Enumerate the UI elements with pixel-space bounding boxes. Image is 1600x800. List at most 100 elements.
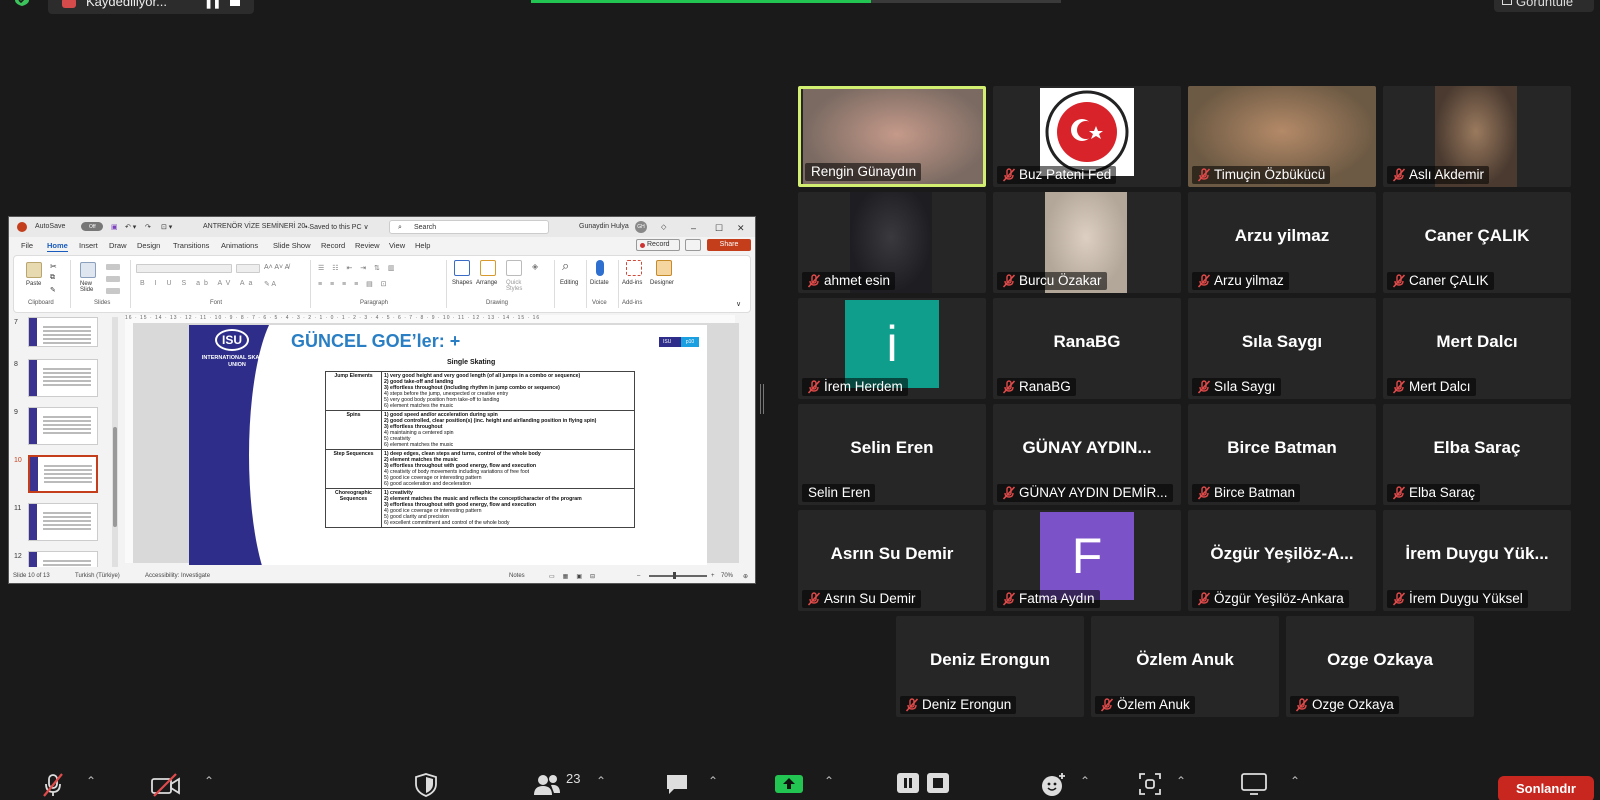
redo-icon[interactable]: ↷ (145, 223, 151, 231)
tab-draw[interactable]: Draw (109, 241, 127, 250)
end-meeting-button[interactable]: Sonlandır (1498, 776, 1594, 800)
chat-button[interactable] (664, 772, 690, 800)
slide-thumbnail[interactable] (28, 407, 98, 445)
reactions-caret-icon[interactable]: ⌃ (1080, 774, 1090, 788)
comment-icon[interactable] (685, 239, 701, 251)
font-family-select[interactable] (136, 264, 232, 273)
participant-tile[interactable]: Ozge Ozkaya Ozge Ozkaya (1286, 616, 1474, 717)
collapse-ribbon-icon[interactable]: ∨ (736, 300, 741, 308)
thumbnail-scrollbar[interactable] (112, 317, 118, 567)
tab-design[interactable]: Design (137, 241, 160, 250)
addins-icon[interactable] (626, 260, 642, 276)
participants-caret-icon[interactable]: ⌃ (596, 774, 606, 788)
tab-animations[interactable]: Animations (221, 241, 258, 250)
shapes-icon[interactable] (454, 260, 470, 276)
font-size-select[interactable] (236, 264, 260, 273)
participant-tile[interactable]: RanaBG RanaBG (993, 298, 1181, 399)
participant-tile[interactable]: Aslı Akdemir (1383, 86, 1571, 187)
pause-recording-button[interactable] (896, 772, 920, 799)
participant-tile[interactable]: Timuçin Özbükücü (1188, 86, 1376, 187)
zoom-out-icon[interactable]: – (637, 573, 640, 579)
participant-tile[interactable]: Özlem Anuk Özlem Anuk (1091, 616, 1279, 717)
pause-recording-icon[interactable]: ❚❚ (204, 0, 221, 9)
tab-slide-show[interactable]: Slide Show (273, 241, 311, 250)
maximize-icon[interactable]: ☐ (715, 223, 723, 234)
participant-tile[interactable]: Özgür Yeşilöz-A... Özgür Yeşilöz-Ankara (1188, 510, 1376, 611)
video-button[interactable] (150, 772, 182, 800)
microphone-icon[interactable] (596, 260, 604, 276)
fit-slide-icon[interactable]: ⊕ (743, 573, 748, 580)
stop-recording-button[interactable] (926, 772, 950, 799)
apps-caret-icon[interactable]: ⌃ (1176, 774, 1186, 788)
participant-tile[interactable]: Caner ÇALIK Caner ÇALIK (1383, 192, 1571, 293)
tab-insert[interactable]: Insert (79, 241, 98, 250)
tab-transitions[interactable]: Transitions (173, 241, 209, 250)
arrange-icon[interactable] (480, 260, 496, 276)
zoom-in-icon[interactable]: + (711, 573, 715, 579)
participant-tile[interactable]: Arzu yilmaz Arzu yilmaz (1188, 192, 1376, 293)
participant-tile[interactable]: i İrem Herdem (798, 298, 986, 399)
audio-options-caret-icon[interactable]: ⌃ (86, 774, 96, 788)
participant-tile[interactable]: Selin Eren Selin Eren (798, 404, 986, 505)
save-icon[interactable]: ▣ (111, 223, 118, 231)
participant-tile[interactable]: GÜNAY AYDIN... GÜNAY AYDIN DEMİR... (993, 404, 1181, 505)
slide-thumbnail[interactable] (28, 359, 98, 397)
participant-tile[interactable]: F Fatma Aydın (993, 510, 1181, 611)
more-caret-icon[interactable]: ⌃ (1290, 774, 1300, 788)
security-button[interactable] (414, 772, 438, 800)
copy-icon[interactable]: ⧉ (50, 274, 55, 282)
tab-review[interactable]: Review (355, 241, 380, 250)
zoom-slider[interactable] (649, 572, 707, 579)
zoom-level[interactable]: 70% (721, 573, 733, 579)
accessibility[interactable]: Accessibility: Investigate (145, 573, 210, 579)
diamond-icon[interactable]: ◇ (661, 223, 666, 231)
participant-tile[interactable]: Birce Batman Birce Batman (1188, 404, 1376, 505)
undo-icon[interactable]: ↶ ▾ (125, 223, 136, 231)
font-format-icons[interactable]: B I U S ab AV Aa (140, 280, 256, 287)
encryption-shield-icon[interactable] (14, 0, 32, 8)
reactions-button[interactable] (1040, 772, 1068, 800)
fill-icon[interactable]: ◈ (532, 262, 538, 271)
cut-icon[interactable]: ✂ (50, 262, 57, 271)
chat-caret-icon[interactable]: ⌃ (708, 774, 718, 788)
close-icon[interactable]: ✕ (737, 223, 745, 234)
tab-home[interactable]: Home (47, 241, 68, 252)
notes-button[interactable]: Notes (509, 573, 525, 579)
new-slide-icon[interactable] (80, 262, 96, 278)
mute-button[interactable] (40, 772, 66, 800)
view-button[interactable]: Görüntüle (1494, 0, 1594, 12)
participant-tile[interactable]: Asrın Su Demir Asrın Su Demir (798, 510, 986, 611)
participant-tile[interactable]: Burcu Özakar (993, 192, 1181, 293)
ppt-search-input[interactable]: ⌕ Search (389, 220, 549, 234)
participant-tile[interactable]: İrem Duygu Yük... İrem Duygu Yüksel (1383, 510, 1571, 611)
reset-icon[interactable] (106, 276, 120, 282)
quick-styles-icon[interactable] (506, 260, 522, 276)
participant-tile[interactable]: Buz Pateni Fed (993, 86, 1181, 187)
ppt-share-button[interactable]: Share (707, 239, 751, 251)
video-options-caret-icon[interactable]: ⌃ (204, 774, 214, 788)
whiteboard-button[interactable] (1240, 772, 1268, 800)
split-view-handle[interactable] (760, 384, 764, 414)
participant-tile[interactable]: Sıla Saygı Sıla Saygı (1188, 298, 1376, 399)
font-color-icon[interactable]: ✎ A (264, 280, 276, 288)
tab-view[interactable]: View (389, 241, 405, 250)
list-icons[interactable]: ☰ ☷ ⇤ ⇥ ⇅ ▥ (318, 264, 397, 272)
view-mode-icons[interactable]: ▭▦▣⊟ (549, 573, 603, 580)
paste-icon[interactable] (26, 262, 42, 278)
format-painter-icon[interactable]: ✎ (50, 286, 56, 294)
participant-tile[interactable]: Elba Saraç Elba Saraç (1383, 404, 1571, 505)
save-status[interactable]: • Saved to this PC ∨ (305, 223, 369, 231)
participant-tile[interactable]: ahmet esin (798, 192, 986, 293)
stop-recording-icon[interactable] (230, 0, 240, 6)
minimize-icon[interactable]: – (691, 223, 696, 233)
slide-thumbnail[interactable] (28, 503, 98, 541)
user-avatar[interactable]: GH (635, 221, 647, 233)
font-grow-icon[interactable]: A˄ A˅ A̸ (264, 264, 289, 271)
share-caret-icon[interactable]: ⌃ (824, 774, 834, 788)
layout-icon[interactable] (106, 264, 120, 270)
ppt-record-button[interactable]: Record (636, 239, 680, 251)
tab-file[interactable]: File (21, 241, 33, 250)
slide-thumbnail[interactable] (28, 317, 98, 347)
slide-thumbnail-selected[interactable] (28, 455, 98, 493)
align-icons[interactable]: ≡ ≡ ≡ ≡ ▤ ⊡ (318, 280, 390, 288)
